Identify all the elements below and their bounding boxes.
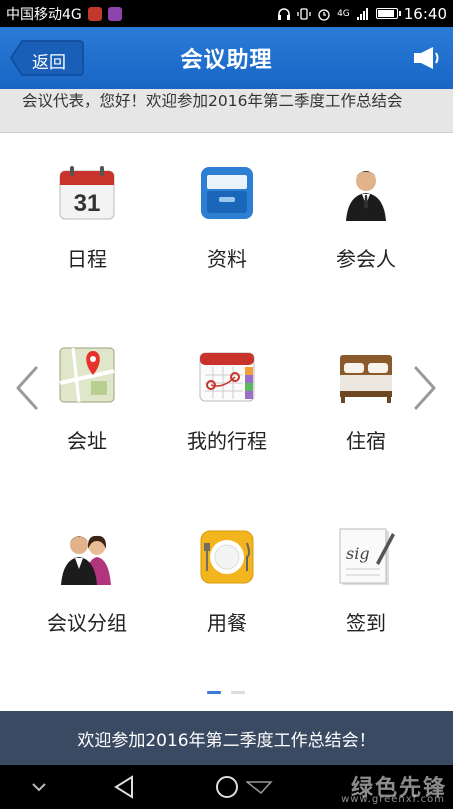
grid-label-materials: 资料	[207, 247, 247, 271]
chevron-left-icon[interactable]	[12, 365, 42, 411]
calendar-icon: 31	[59, 166, 115, 220]
grid-item-itinerary[interactable]: 我的行程	[157, 315, 297, 455]
grid-label-schedule: 日程	[67, 247, 107, 271]
grid-label-groups: 会议分组	[47, 611, 127, 635]
hide-nav-icon[interactable]	[24, 773, 54, 801]
grid-label-dining: 用餐	[207, 611, 247, 635]
grid-label-venue: 会址	[67, 429, 107, 453]
carrier-label: 中国移动4G	[6, 6, 82, 23]
home-circle-icon[interactable]	[212, 773, 242, 801]
page-dot	[231, 691, 245, 694]
battery-icon	[375, 8, 401, 19]
signature-text: sig	[346, 544, 370, 563]
page-title: 会议助理	[180, 48, 273, 73]
grid-item-schedule[interactable]: 31 日程	[17, 133, 157, 273]
notice-marquee: 会议代表，您好！欢迎参加2016年第二季度工作总结会	[0, 89, 453, 133]
calendar-day: 31	[74, 190, 101, 217]
grid-item-dining[interactable]: 用餐	[157, 497, 297, 637]
clock: 16:40	[403, 4, 447, 23]
notice-text: 会议代表，您好！欢迎参加2016年第二季度工作总结会	[22, 92, 403, 110]
dining-plate-icon	[200, 530, 254, 584]
status-bar: 中国移动4G 4G 16:40	[0, 0, 453, 27]
grid-label-lodging: 住宿	[346, 429, 386, 453]
page-dot-active	[207, 691, 221, 694]
page-indicator	[207, 691, 245, 694]
footer-ticker: 欢迎参加2016年第二季度工作总结会！	[0, 711, 453, 765]
person-icon	[346, 171, 386, 221]
file-cabinet-icon	[201, 167, 253, 219]
headphones-icon	[278, 7, 291, 20]
grid-item-attendees[interactable]: 参会人	[296, 133, 436, 273]
grid-item-checkin[interactable]: sig 签到	[296, 497, 436, 637]
footer-text: 欢迎参加2016年第二季度工作总结会！	[77, 730, 376, 751]
group-icon	[61, 535, 111, 585]
grid-item-materials[interactable]: 资料	[157, 133, 297, 273]
watermark-logo-icon	[246, 781, 273, 795]
title-bar: 返回 会议助理	[0, 27, 453, 89]
grid-label-itinerary: 我的行程	[187, 429, 267, 453]
back-button[interactable]: 返回	[10, 40, 84, 76]
network-label: 4G	[337, 8, 350, 19]
signature-icon: sig	[339, 528, 395, 585]
app-notification-icon	[87, 6, 102, 21]
grid-label-checkin: 签到	[346, 611, 386, 635]
back-triangle-icon[interactable]	[110, 773, 140, 801]
feature-grid: 31 日程 资料 参会人 会址 我的行程 住宿 会议分组 用餐 sig 签到	[0, 133, 453, 711]
bed-icon	[340, 355, 392, 403]
chevron-right-icon[interactable]	[410, 365, 440, 411]
vibrate-icon	[297, 7, 311, 20]
app-notification-icon	[107, 6, 122, 21]
signal-icon	[356, 7, 368, 20]
watermark-url: www.greenxf.com	[341, 794, 445, 805]
map-pin-icon	[59, 347, 115, 403]
megaphone-icon[interactable]	[411, 45, 441, 71]
back-label: 返回	[32, 53, 66, 73]
itinerary-calendar-icon	[199, 352, 255, 402]
alarm-icon	[318, 8, 330, 21]
grid-item-groups[interactable]: 会议分组	[17, 497, 157, 637]
grid-label-attendees: 参会人	[336, 247, 396, 271]
